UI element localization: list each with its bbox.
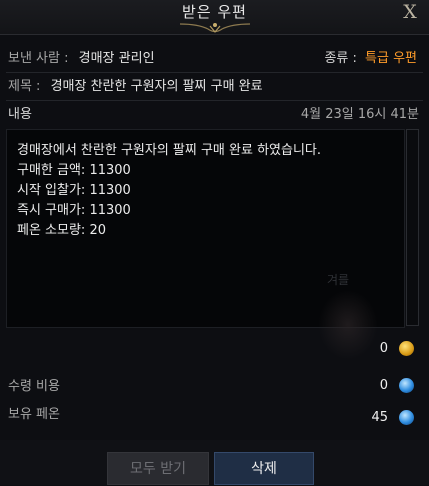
subject-label: 제목 : (8, 79, 41, 94)
mail-body-scrollbar[interactable] (406, 129, 419, 326)
receive-cost-label: 수령 비용 (8, 379, 60, 394)
sender-label: 보낸 사람 : (8, 51, 69, 66)
subject-row: 제목 : 경매장 찬란한 구원자의 팔찌 구매 완료 (8, 78, 263, 96)
title-bar: 받은 우편 X (0, 0, 429, 35)
divider (6, 72, 423, 73)
body-line: 페온 소모량: 20 (17, 223, 106, 238)
pheon-icon (399, 378, 414, 393)
gold-coin-icon (399, 341, 414, 356)
sender-row: 보낸 사람 : 경매장 관리인 (8, 50, 155, 68)
mail-type-row: 종류 : 특급 우편 (324, 50, 417, 68)
pheon-icon (399, 410, 414, 425)
mail-type-value: 특급 우편 (365, 51, 417, 66)
content-label: 내용 (8, 107, 32, 122)
delete-button[interactable]: 삭제 (214, 452, 314, 485)
mail-body-text: 경매장에서 찬란한 구원자의 팔찌 구매 완료 하였습니다. 구매한 금액: 1… (17, 141, 321, 241)
mail-type-label: 종류 : (324, 51, 357, 66)
body-line: 즉시 구매가: 11300 (17, 203, 131, 218)
owned-pheon-label: 보유 페온 (8, 407, 60, 422)
divider (6, 100, 423, 101)
body-line: 시작 입찰가: 11300 (17, 183, 131, 198)
body-line: 경매장에서 찬란한 구원자의 팔찌 구매 완료 하였습니다. (17, 143, 322, 158)
title-ornament-icon (180, 23, 250, 33)
receive-all-button[interactable]: 모두 받기 (107, 452, 209, 485)
attached-gold-amount: 0 (379, 341, 388, 356)
watermark-text: 겨를 (327, 273, 350, 287)
receive-cost-amount: 0 (379, 378, 388, 393)
subject-value: 경매장 찬란한 구원자의 팔찌 구매 완료 (50, 79, 263, 94)
owned-pheon-amount: 45 (371, 410, 388, 425)
sender-value: 경매장 관리인 (78, 51, 155, 66)
mail-timestamp: 4월 23일 16시 41분 (300, 107, 419, 122)
body-line: 구매한 금액: 11300 (17, 163, 131, 178)
close-button[interactable]: X (400, 2, 420, 22)
